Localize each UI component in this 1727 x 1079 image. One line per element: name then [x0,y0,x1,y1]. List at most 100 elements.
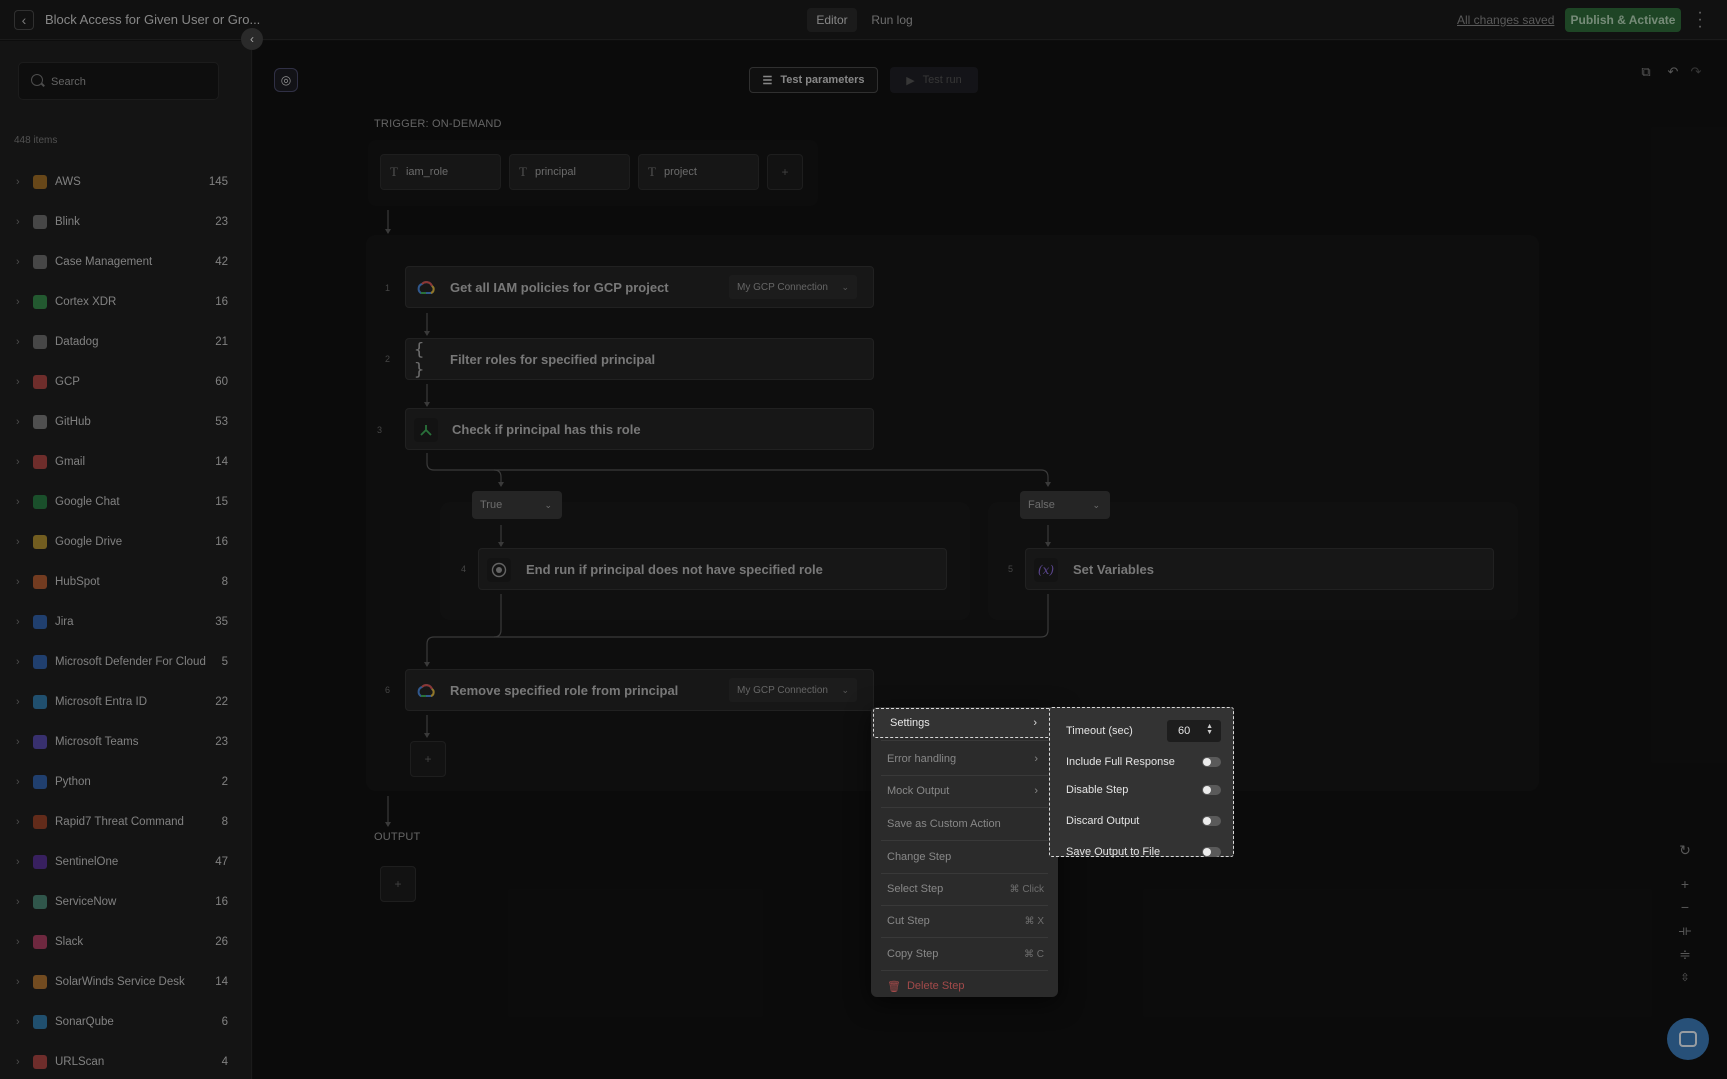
add-step-button[interactable]: + [410,741,446,777]
sidebar-app-row[interactable]: › Cortex XDR 16 [0,282,252,322]
sidebar-app-row[interactable]: › SolarWinds Service Desk 14 [0,962,252,1002]
connection-select[interactable]: My GCP Connection ⌄ [729,678,857,702]
save-status-link[interactable]: All changes saved [1457,13,1554,27]
sidebar-app-row[interactable]: › URLScan 4 [0,1042,252,1079]
step-title: Filter roles for specified principal [450,351,656,367]
more-menu-icon[interactable]: · · · [1694,5,1706,35]
menu-item-mock-output[interactable]: Mock Output › [871,776,1058,806]
app-icon [33,535,47,549]
sidebar-app-row[interactable]: › SentinelOne 47 [0,842,252,882]
list-icon: ☰ [762,74,773,87]
step-card[interactable]: Check if principal has this role [405,408,874,450]
discard-output-toggle[interactable] [1202,816,1221,826]
sidebar-app-row[interactable]: › Slack 26 [0,922,252,962]
sidebar-app-row[interactable]: › Microsoft Entra ID 22 [0,682,252,722]
test-run-button[interactable]: ▶ Test run [890,67,978,93]
fit-width-icon[interactable]: ⟛ [1675,920,1695,940]
back-button[interactable]: ‹ [14,10,34,30]
app-count: 23 [215,736,228,748]
menu-item-copy-step[interactable]: Copy Step ⌘ C [871,939,1058,969]
param-principal[interactable]: Tprincipal [509,154,630,190]
text-type-icon: T [648,164,656,179]
timeout-input[interactable]: 60 ▲ ▼ [1167,720,1221,742]
sidebar-app-row[interactable]: › ServiceNow 16 [0,882,252,922]
sidebar-app-row[interactable]: › Google Drive 16 [0,522,252,562]
sidebar-app-row[interactable]: › Rapid7 Threat Command 8 [0,802,252,842]
chat-support-button[interactable] [1667,1018,1709,1060]
collapse-sidebar-button[interactable]: ‹ [241,28,263,50]
test-parameters-label: Test parameters [780,74,865,86]
sidebar-app-row[interactable]: › Microsoft Teams 23 [0,722,252,762]
sidebar-app-row[interactable]: › Gmail 14 [0,442,252,482]
connection-select[interactable]: My GCP Connection ⌄ [729,275,857,299]
sidebar-app-row[interactable]: › Python 2 [0,762,252,802]
search-field[interactable] [18,62,219,100]
step-number: 6 [385,685,391,695]
add-parameter-button[interactable]: + [767,154,803,190]
chevron-right-icon: › [16,176,20,188]
menu-item-delete-step[interactable]: 🗑 Delete Step [871,971,1058,1001]
trash-icon: 🗑 [887,980,901,993]
sidebar-app-row[interactable]: › Google Chat 15 [0,482,252,522]
app-count: 35 [215,616,228,628]
sidebar-app-row[interactable]: › Microsoft Defender For Cloud 5 [0,642,252,682]
app-count: 16 [215,896,228,908]
save-output-to-file-toggle[interactable] [1202,847,1221,857]
true-condition-select[interactable]: True ⌄ [472,491,562,519]
sidebar-app-row[interactable]: › HubSpot 8 [0,562,252,602]
search-input[interactable] [51,72,211,92]
menu-item-select-step[interactable]: Select Step ⌘ Click [871,874,1058,904]
tab-run-log[interactable]: Run log [865,8,919,32]
include-full-response-toggle[interactable] [1202,757,1221,767]
step-card[interactable]: (x) Set Variables [1025,548,1494,590]
menu-divider [881,840,1048,841]
chevron-right-icon: › [16,856,20,868]
ai-assistant-button[interactable]: ◎ [274,68,298,92]
sidebar-app-row[interactable]: › Blink 23 [0,202,252,242]
add-output-button[interactable]: + [380,866,416,902]
app-name: Slack [55,936,84,948]
step-title: End run if principal does not have speci… [526,561,823,577]
toggle-label: Save Output to File [1066,846,1161,858]
menu-item-error-handling[interactable]: Error handling › [871,744,1058,774]
menu-item-settings[interactable]: Settings › [873,708,1056,738]
false-condition-select[interactable]: False ⌄ [1020,491,1110,519]
redo-icon[interactable]: ↷ [1686,62,1706,82]
stepper-icon: ▲ ▼ [1206,723,1213,736]
zoom-in-icon[interactable]: + [1675,874,1695,894]
undo-icon[interactable]: ↶ [1663,62,1683,82]
sidebar-app-row[interactable]: › SonarQube 6 [0,1002,252,1042]
menu-item-save-custom-action[interactable]: Save as Custom Action [871,809,1058,839]
sidebar-app-row[interactable]: › Datadog 21 [0,322,252,362]
disable-step-toggle[interactable] [1202,785,1221,795]
app-count: 16 [215,296,228,308]
sidebar-app-row[interactable]: › GitHub 53 [0,402,252,442]
sidebar-app-row[interactable]: › Jira 35 [0,602,252,642]
app-icon [33,695,47,709]
app-name: Microsoft Teams [55,736,139,748]
param-project[interactable]: Tproject [638,154,759,190]
step-card[interactable]: Get all IAM policies for GCP project My … [405,266,874,308]
sidebar-app-row[interactable]: › GCP 60 [0,362,252,402]
sidebar-app-row[interactable]: › AWS 145 [0,162,252,202]
step-card[interactable]: Remove specified role from principal My … [405,669,874,711]
menu-item-cut-step[interactable]: Cut Step ⌘ X [871,906,1058,936]
text-type-icon: T [519,164,527,179]
tab-editor[interactable]: Editor [807,8,857,32]
param-iam-role[interactable]: Tiam_role [380,154,501,190]
menu-item-change-step[interactable]: Change Step [871,842,1058,872]
step-card[interactable]: { } Filter roles for specified principal [405,338,874,380]
variable-icon: (x) [1034,558,1058,582]
copy-icon[interactable]: ⧉ [1636,62,1656,82]
fit-height-icon[interactable]: ≑ [1675,944,1695,964]
sidebar-app-row[interactable]: › Case Management 42 [0,242,252,282]
condition-label: True [480,499,503,511]
menu-item-label: Settings [890,717,930,729]
test-parameters-button[interactable]: ☰ Test parameters [749,67,878,93]
zoom-out-icon[interactable]: − [1675,897,1695,917]
expand-vertical-icon[interactable]: ⇳ [1675,967,1695,987]
reset-view-icon[interactable]: ↻ [1675,840,1695,860]
publish-activate-button[interactable]: Publish & Activate [1565,8,1681,32]
menu-item-label: Mock Output [887,785,950,797]
step-card[interactable]: End run if principal does not have speci… [478,548,947,590]
